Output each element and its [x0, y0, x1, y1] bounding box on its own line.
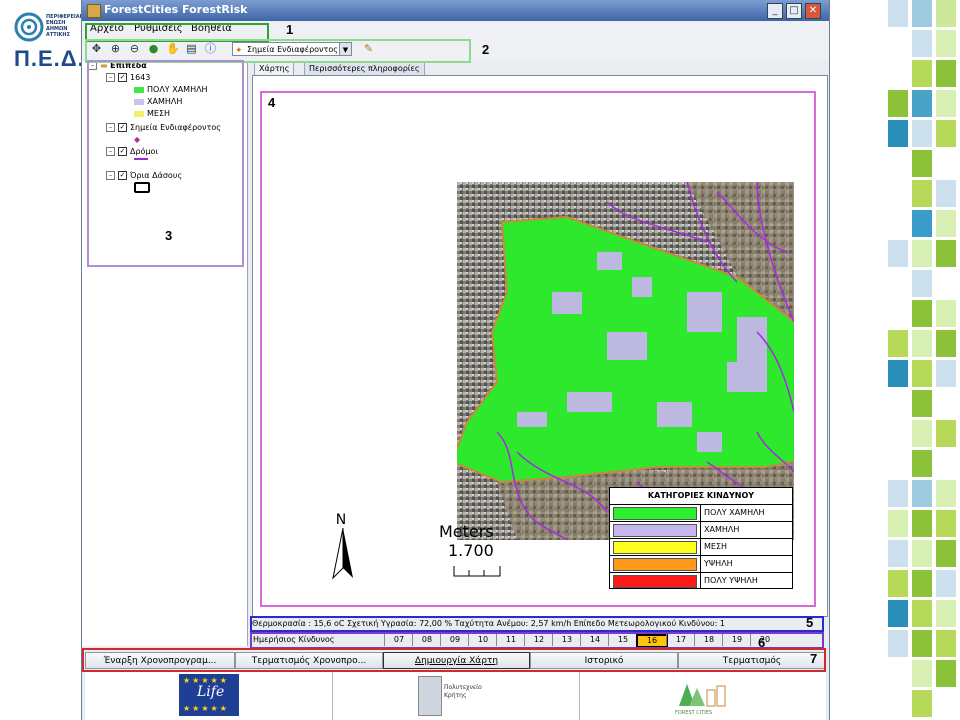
annotation-number: 5 [806, 615, 814, 630]
eu-flag-icon: Life ★★★★★ ★★★★★ [179, 674, 239, 716]
annotation-box-days [250, 632, 824, 649]
annotation-number: 3 [165, 228, 173, 243]
annotation-box-status [250, 616, 824, 632]
polytechnic-label: Πολυτεχνείο Κρήτης [444, 684, 482, 699]
title-bar[interactable]: ForestCities ForestRisk _ □ ✕ [82, 0, 829, 21]
polytechnic-logo-cell: Πολυτεχνείο Κρήτης [332, 672, 580, 720]
decorative-mosaic [880, 0, 960, 720]
footer-logos: Life ★★★★★ ★★★★★ Πολυτεχνείο Κρήτης FORE… [85, 672, 826, 720]
annotation-number: 1 [286, 22, 294, 37]
window-title: ForestCities ForestRisk [104, 3, 248, 16]
forest-cities-icon [679, 684, 726, 707]
forest-cities-label: FOREST CITIES [675, 710, 713, 716]
life-label: Life [197, 684, 225, 700]
forest-cities-logo-cell: FOREST CITIES [579, 672, 826, 720]
ped-logo: ΠΕΡΙΦΕΡΕΙΑΚΗ ΕΝΩΣΗ ΔΗΜΩΝ ΑΤΤΙΚΗΣ Π.Ε.Δ. [10, 8, 88, 71]
annotation-number: 7 [810, 651, 818, 666]
tab-map[interactable]: Χάρτης [254, 62, 295, 75]
annotation-box-buttons [82, 648, 826, 672]
tab-more-info[interactable]: Περισσότερες πληροφορίες [304, 62, 425, 75]
logo-abbrev: Π.Ε.Δ. [14, 46, 85, 71]
annotation-number: 4 [268, 95, 276, 110]
app-icon [87, 4, 101, 18]
polytechnic-emblem-icon [418, 676, 442, 716]
life-logo-cell: Life ★★★★★ ★★★★★ [85, 672, 333, 720]
close-button[interactable]: ✕ [805, 3, 821, 19]
spiral-logo-icon [14, 12, 44, 42]
maximize-button[interactable]: □ [786, 3, 802, 19]
minimize-button[interactable]: _ [767, 3, 783, 19]
tab-strip: Χάρτης Περισσότερες πληροφορίες [252, 62, 829, 75]
logo-subtitle: ΠΕΡΙΦΕΡΕΙΑΚΗ ΕΝΩΣΗ ΔΗΜΩΝ ΑΤΤΙΚΗΣ [46, 14, 88, 38]
annotation-box-map [260, 91, 816, 607]
annotation-number: 2 [482, 42, 490, 57]
